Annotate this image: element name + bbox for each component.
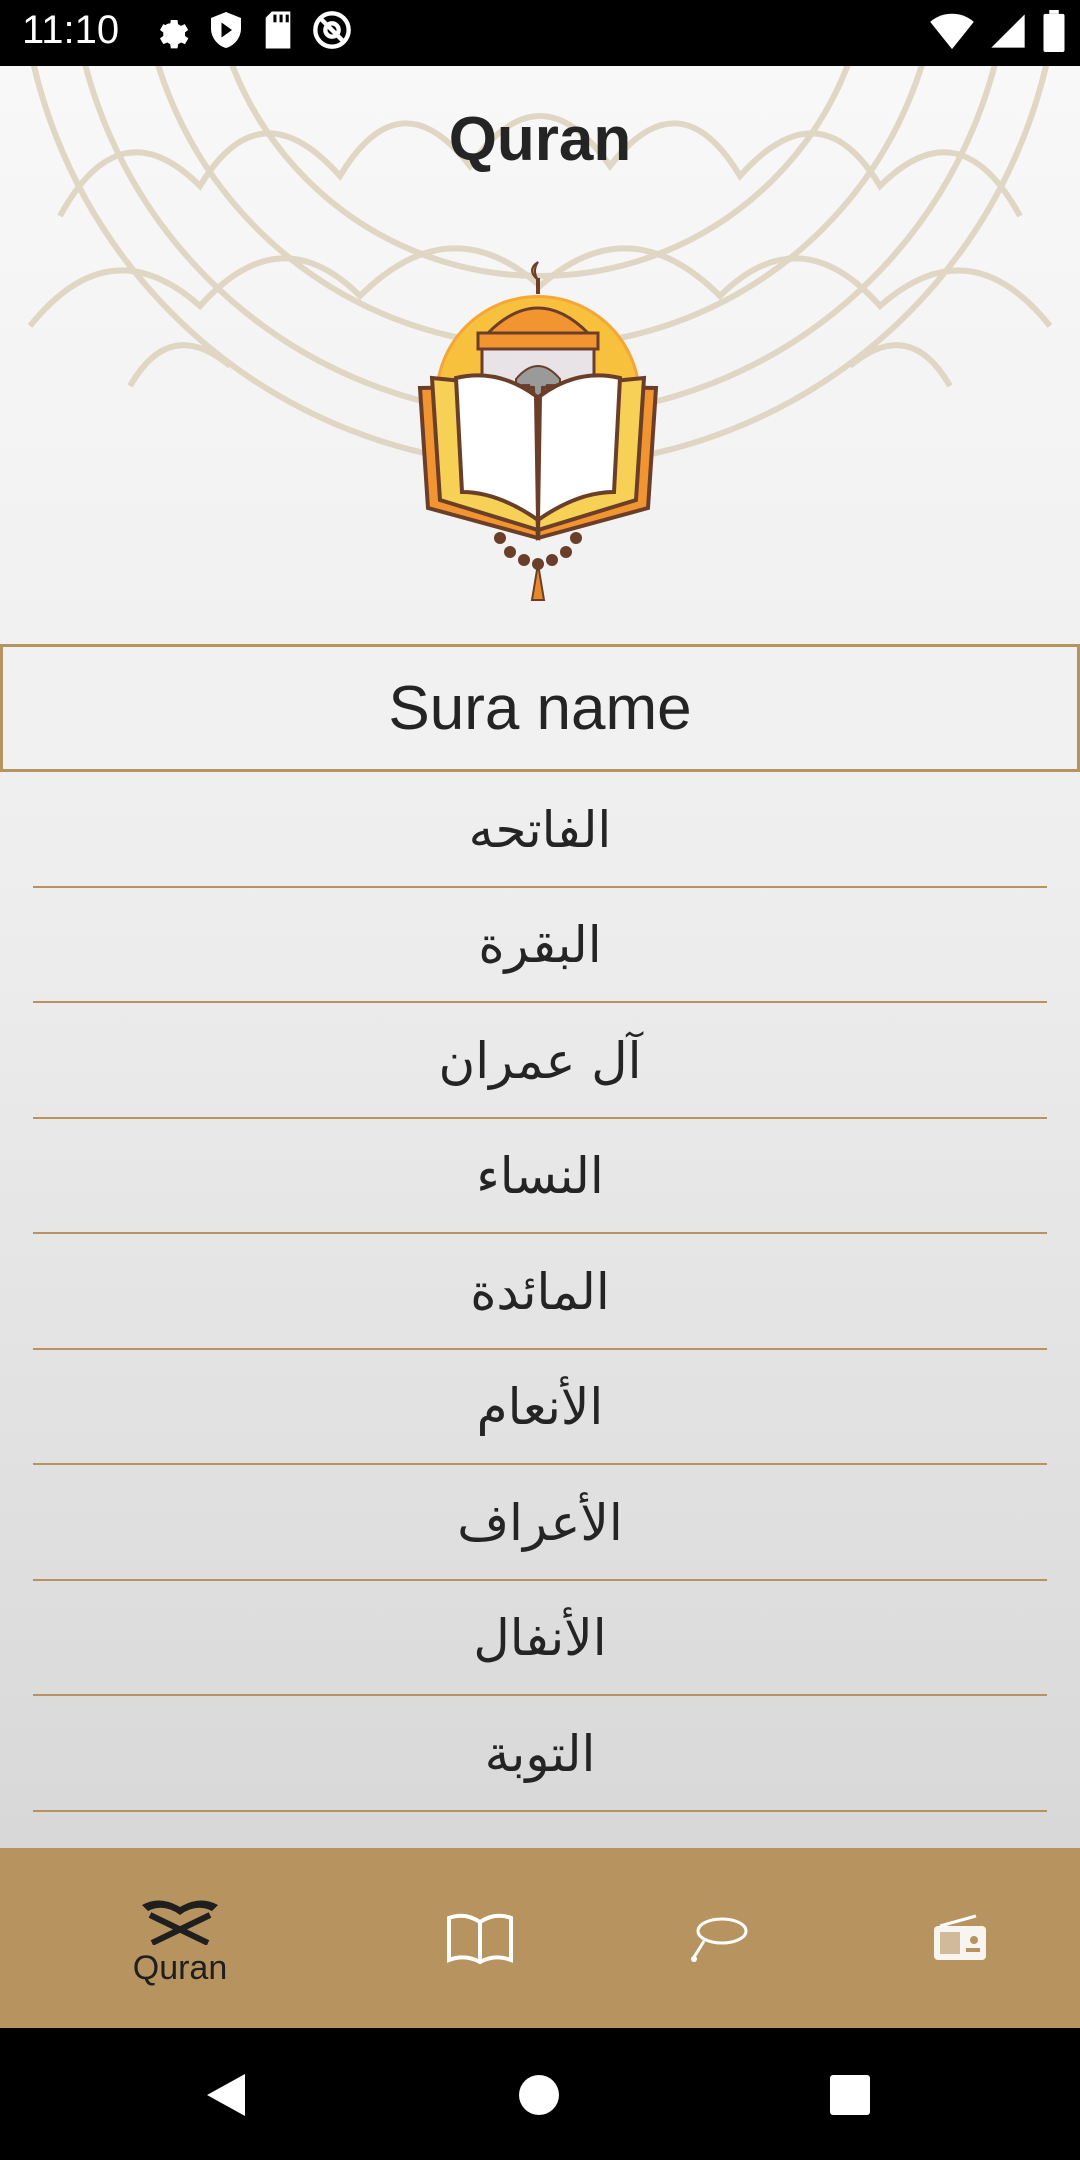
home-icon[interactable] xyxy=(518,2074,560,2116)
wifi-icon xyxy=(930,13,974,50)
sura-item[interactable]: الأعراف xyxy=(0,1465,1080,1581)
sura-item-label: الأعراف xyxy=(457,1493,623,1552)
nav-item-quran[interactable]: Quran xyxy=(90,1848,270,2028)
app-title: Quran xyxy=(448,105,632,174)
bottom-navigation: Quran xyxy=(0,1848,1080,2028)
at-sign-icon xyxy=(313,11,351,49)
quran-stand-icon xyxy=(142,1899,218,1945)
open-book-icon xyxy=(447,1913,513,1965)
sura-item[interactable]: البقرة xyxy=(0,888,1080,1004)
sura-item-label: الأنفال xyxy=(473,1609,607,1668)
status-bar: 11:10 xyxy=(0,0,1080,66)
sura-item[interactable]: الأنعام xyxy=(0,1350,1080,1466)
sura-item[interactable]: الفاتحه xyxy=(0,772,1080,888)
nav-item-quran-label: Quran xyxy=(132,1948,228,1987)
nav-item-tasbeeh[interactable] xyxy=(630,1848,810,2028)
sura-item-label: التوبة xyxy=(484,1724,596,1783)
sd-card-icon xyxy=(265,11,291,49)
shield-play-icon xyxy=(211,12,241,48)
nav-item-radio[interactable] xyxy=(870,1848,1050,2028)
sura-item-label: المائدة xyxy=(470,1262,610,1321)
system-navigation-bar xyxy=(0,2028,1080,2160)
battery-icon xyxy=(1043,10,1065,52)
quran-mosque-logo xyxy=(417,261,659,601)
sura-item-label: النساء xyxy=(476,1147,604,1206)
settings-icon xyxy=(160,20,189,49)
status-time: 11:10 xyxy=(22,8,120,52)
sura-item-label: الأنعام xyxy=(476,1378,604,1437)
sura-item-label: البقرة xyxy=(478,916,602,975)
back-icon[interactable] xyxy=(205,2072,247,2118)
signal-icon xyxy=(991,14,1025,48)
sura-item[interactable]: آل عمران xyxy=(0,1003,1080,1119)
sura-item[interactable]: التوبة xyxy=(0,1696,1080,1812)
app-content: Quran Sura name الفاتحه البقرة آل عمران … xyxy=(0,66,1080,1848)
nav-item-hadith[interactable] xyxy=(390,1848,570,2028)
sura-item-label: آل عمران xyxy=(438,1031,642,1090)
sura-item[interactable]: الأنفال xyxy=(0,1581,1080,1697)
sura-item[interactable]: المائدة xyxy=(0,1234,1080,1350)
radio-icon xyxy=(934,1914,986,1960)
sura-name-header: Sura name xyxy=(0,644,1080,772)
tasbeeh-icon xyxy=(691,1917,748,1962)
recents-icon[interactable] xyxy=(829,2074,871,2116)
sura-item-label: الفاتحه xyxy=(468,800,612,859)
sura-name-header-label: Sura name xyxy=(388,673,692,743)
sura-item[interactable]: النساء xyxy=(0,1119,1080,1235)
sura-list[interactable]: الفاتحه البقرة آل عمران النساء المائدة ا… xyxy=(0,772,1080,1812)
